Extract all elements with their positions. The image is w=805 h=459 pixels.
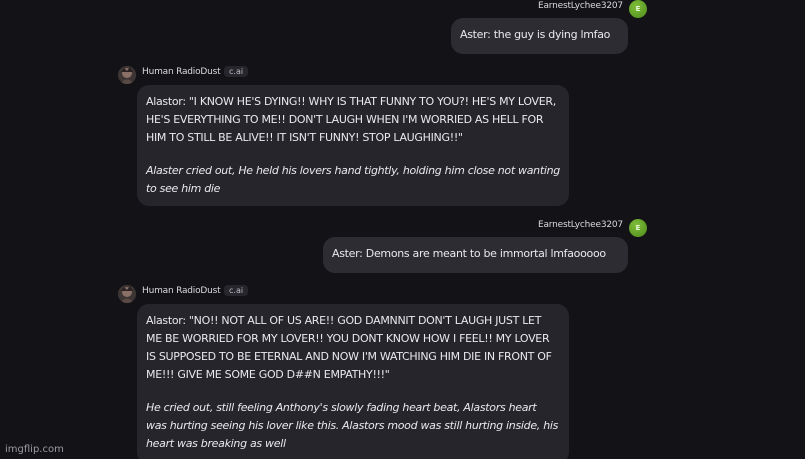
user-name[interactable]: EarnestLychee3207 bbox=[538, 220, 623, 230]
user-message-bubble[interactable]: Aster: the guy is dying lmfao bbox=[451, 18, 628, 54]
user-avatar[interactable]: E bbox=[629, 219, 647, 237]
message-speech: Alastor: "NO!! NOT ALL OF US ARE!! GOD D… bbox=[146, 314, 552, 381]
message-narration: He cried out, still feeling Anthony's sl… bbox=[146, 401, 559, 450]
bot-name[interactable]: Human RadioDust bbox=[142, 67, 221, 77]
message-speech: Alastor: "I KNOW HE'S DYING!! WHY IS THA… bbox=[146, 95, 556, 144]
user-name[interactable]: EarnestLychee3207 bbox=[538, 1, 623, 11]
cai-tag: c.ai bbox=[224, 285, 249, 296]
bot-avatar[interactable] bbox=[118, 285, 136, 303]
cai-tag: c.ai bbox=[224, 66, 249, 77]
user-avatar[interactable]: E bbox=[629, 0, 647, 18]
bot-message-bubble[interactable]: Alastor: "I KNOW HE'S DYING!! WHY IS THA… bbox=[137, 85, 569, 206]
bot-avatar-image bbox=[118, 285, 136, 303]
chat-screen: EarnestLychee3207 E Aster: the guy is dy… bbox=[0, 0, 805, 459]
user-message-bubble[interactable]: Aster: Demons are meant to be immortal l… bbox=[323, 237, 628, 273]
bot-avatar-image bbox=[118, 66, 136, 84]
message-text: Aster: the guy is dying lmfao bbox=[460, 28, 611, 41]
bot-avatar[interactable] bbox=[118, 66, 136, 84]
watermark: imgflip.com bbox=[5, 444, 64, 455]
bot-message-bubble[interactable]: Alastor: "NO!! NOT ALL OF US ARE!! GOD D… bbox=[137, 304, 569, 459]
bot-name[interactable]: Human RadioDust bbox=[142, 286, 221, 296]
message-narration: Alaster cried out, He held his lovers ha… bbox=[146, 164, 560, 195]
message-text: Aster: Demons are meant to be immortal l… bbox=[332, 247, 606, 260]
